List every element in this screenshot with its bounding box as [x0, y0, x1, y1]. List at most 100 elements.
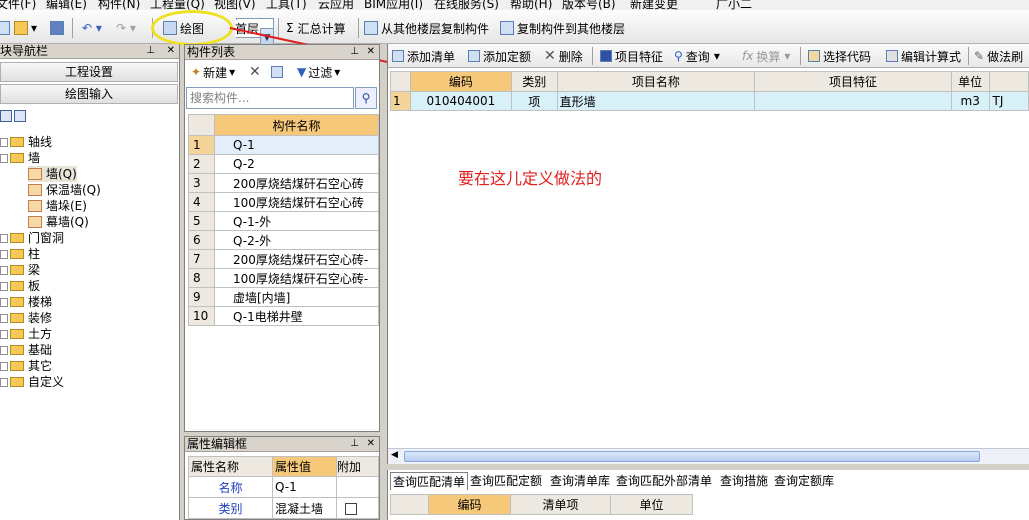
tab-measures[interactable]: 查询措施 [720, 472, 768, 490]
expand-all-icon[interactable] [14, 110, 26, 122]
new-component-button[interactable]: ✦ 新建 ▾ [191, 63, 235, 81]
table-row[interactable]: 1 010404001 项 直形墙 m3 TJ [390, 91, 1029, 111]
query-button[interactable]: ⚲ 查询 ▾ [674, 48, 720, 64]
table-row[interactable]: 10 Q-1电梯井壁 [188, 306, 379, 326]
menu-quantity[interactable]: 工程量(Q) [150, 0, 205, 10]
tree-item-axis[interactable]: 轴线 [0, 134, 52, 150]
tree-item-column[interactable]: 柱 [0, 246, 40, 262]
folder-icon [10, 249, 24, 259]
undo-icon[interactable]: ↶ ▾ [82, 18, 102, 38]
tree-item-other[interactable]: 其它 [0, 358, 52, 374]
fx-icon: fx [742, 49, 754, 63]
tree-item-slab[interactable]: 板 [0, 278, 40, 294]
copy-icon[interactable] [271, 63, 286, 81]
tree-item-earthwork[interactable]: 土方 [0, 326, 52, 342]
scroll-left-icon[interactable]: ◀ [391, 450, 398, 460]
menu-view[interactable]: 视图(V) [214, 0, 256, 10]
tab-match-list[interactable]: 查询匹配清单 [390, 472, 469, 490]
pin-icon[interactable]: ⊥ [350, 437, 359, 451]
tab-list-library[interactable]: 查询清单库 [550, 472, 610, 490]
folder-icon [10, 329, 24, 339]
nav-title: 模块导航栏 [0, 44, 49, 58]
menu-version[interactable]: 版本号(B) [562, 0, 616, 10]
pin-icon[interactable]: ⊥ [350, 45, 359, 59]
tab-match-external-list[interactable]: 查询匹配外部清单 [616, 472, 712, 490]
tree-item-wall[interactable]: 墙 [0, 150, 40, 166]
tree-item-stairs[interactable]: 楼梯 [0, 294, 52, 310]
tree-item-insulation-wall[interactable]: 保温墙(Q) [28, 182, 101, 198]
col-item-name: 项目名称 [556, 71, 756, 92]
menu-component[interactable]: 构件(N) [98, 0, 140, 10]
save-icon[interactable] [50, 18, 67, 38]
tree-item-custom[interactable]: 自定义 [0, 374, 64, 390]
tree-item-openings[interactable]: 门窗洞 [0, 230, 64, 246]
table-row[interactable]: 8 100厚烧结煤矸石空心砖- [188, 268, 379, 288]
folder-icon [10, 137, 24, 147]
tab-match-quota[interactable]: 查询匹配定额 [470, 472, 542, 490]
close-icon[interactable]: ✕ [167, 44, 175, 58]
menu-help[interactable]: 帮助(H) [510, 0, 552, 10]
add-list-button[interactable]: 添加清单 [392, 48, 455, 64]
search-icon[interactable]: ⚲ [355, 87, 377, 109]
open-folder-icon[interactable]: ▾ [14, 18, 37, 38]
nav-title-bar: 模块导航栏 ⊥ ✕ [0, 44, 179, 59]
method-definition-panel: 添加清单 添加定额 ✕ 删除 项目特征 ⚲ 查询 ▾ fx 换算 ▾ 选择代码 编辑计算式… [387, 44, 1029, 464]
new-icon: ✦ [191, 65, 202, 79]
tree-item-decoration[interactable]: 装修 [0, 310, 52, 326]
horizontal-scrollbar[interactable]: ◀ [388, 448, 1029, 464]
extra-checkbox[interactable] [345, 502, 357, 515]
copy-to-icon [500, 21, 514, 35]
menu-cloud[interactable]: 云应用 [318, 0, 354, 10]
table-row[interactable]: 4 100厚烧结煤矸石空心砖 [188, 192, 379, 212]
item-feature-button[interactable]: 项目特征 [600, 48, 663, 64]
collapse-all-icon[interactable] [0, 110, 12, 122]
table-row[interactable]: 5 Q-1-外 [188, 211, 379, 231]
tree-item-wall-q[interactable]: 墙(Q) [28, 166, 77, 182]
new-file-icon[interactable] [0, 18, 13, 38]
menu-edit[interactable]: 编辑(E) [46, 0, 87, 10]
close-icon[interactable]: ✕ [367, 45, 375, 59]
convert-button[interactable]: fx 换算 ▾ [742, 48, 790, 64]
project-settings-button[interactable]: 工程设置 [0, 62, 178, 82]
table-row[interactable]: 6 Q-2-外 [188, 230, 379, 250]
delete-button[interactable]: ✕ 删除 [544, 48, 583, 64]
table-row[interactable]: 2 Q-2 [188, 154, 379, 174]
tab-quota-library[interactable]: 查询定额库 [774, 472, 834, 490]
edit-formula-button[interactable]: 编辑计算式 [886, 48, 961, 64]
curtain-wall-icon [28, 216, 42, 228]
folder-icon [10, 345, 24, 355]
menu-bim[interactable]: BIM应用(I) [364, 0, 423, 10]
filter-button[interactable]: ▼ 过滤 ▾ [297, 63, 340, 81]
tree-item-beam[interactable]: 梁 [0, 262, 40, 278]
pin-icon[interactable]: ⊥ [146, 44, 155, 58]
table-row[interactable]: 名称 Q-1 [188, 476, 379, 498]
menu-online[interactable]: 在线服务(S) [434, 0, 499, 10]
select-code-icon [808, 50, 820, 62]
close-icon[interactable]: ✕ [367, 437, 375, 451]
table-row[interactable]: 7 200厚烧结煤矸石空心砖- [188, 249, 379, 269]
menu-guang[interactable]: 广小二 [716, 0, 752, 10]
component-search-input[interactable]: 搜索构件... [186, 87, 354, 109]
menu-file[interactable]: 文件(F) [0, 0, 36, 10]
method-brush-button[interactable]: ✎ 做法刷 [974, 48, 1023, 64]
scrollbar-thumb[interactable] [404, 451, 980, 462]
prop-title-bar: 属性编辑框 ⊥ ✕ [185, 437, 379, 452]
edit-formula-icon [886, 50, 898, 62]
folder-icon [10, 313, 24, 323]
copy-to-floor-button[interactable]: 复制构件到其他楼层 [500, 18, 625, 38]
annotation-text: 要在这儿定义做法的 [458, 169, 603, 188]
delete-icon[interactable]: ✕ [249, 63, 261, 81]
add-quota-button[interactable]: 添加定额 [468, 48, 531, 64]
redo-icon[interactable]: ↷ ▾ [116, 18, 136, 38]
tree-item-curtain-wall[interactable]: 幕墙(Q) [28, 214, 89, 230]
tree-item-wall-pier[interactable]: 墙垛(E) [28, 198, 87, 214]
menu-tools[interactable]: 工具(T) [266, 0, 307, 10]
select-code-button[interactable]: 选择代码 [808, 48, 871, 64]
table-row[interactable]: 9 虚墙[内墙] [188, 287, 379, 307]
table-row[interactable]: 类别 混凝土墙 [188, 497, 379, 519]
table-row[interactable]: 1 Q-1 [188, 135, 379, 155]
table-row[interactable]: 3 200厚烧结煤矸石空心砖 [188, 173, 379, 193]
draw-input-button[interactable]: 绘图输入 [0, 84, 178, 104]
tree-item-foundation[interactable]: 基础 [0, 342, 52, 358]
menu-new-change[interactable]: 新建变更 [630, 0, 678, 10]
